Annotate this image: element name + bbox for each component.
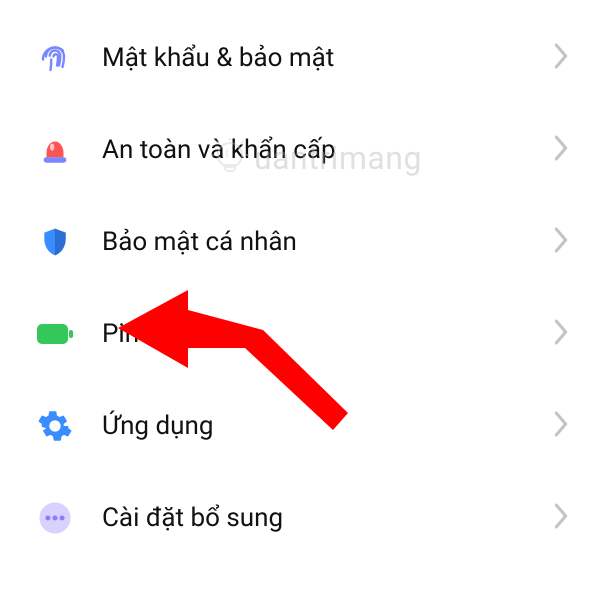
settings-item-additional[interactable]: Cài đặt bổ sung — [0, 472, 600, 564]
settings-item-label: Pin — [102, 319, 552, 349]
settings-item-label: An toàn và khẩn cấp — [102, 135, 552, 165]
settings-item-label: Ứng dụng — [102, 411, 552, 441]
battery-icon — [36, 315, 74, 353]
chevron-right-icon — [552, 134, 570, 166]
more-dots-icon — [36, 499, 74, 537]
settings-item-label: Bảo mật cá nhân — [102, 227, 552, 257]
settings-item-label: Cài đặt bổ sung — [102, 503, 552, 533]
settings-item-safety-emergency[interactable]: An toàn và khẩn cấp — [0, 104, 600, 196]
settings-item-privacy[interactable]: Bảo mật cá nhân — [0, 196, 600, 288]
chevron-right-icon — [552, 226, 570, 258]
chevron-right-icon — [552, 318, 570, 350]
shield-icon — [36, 223, 74, 261]
settings-item-apps[interactable]: Ứng dụng — [0, 380, 600, 472]
settings-item-battery[interactable]: Pin — [0, 288, 600, 380]
emergency-icon — [36, 131, 74, 169]
gear-icon — [36, 407, 74, 445]
chevron-right-icon — [552, 410, 570, 442]
settings-list: Mật khẩu & bảo mật An toàn và khẩn cấp B… — [0, 0, 600, 564]
settings-item-password-security[interactable]: Mật khẩu & bảo mật — [0, 12, 600, 104]
chevron-right-icon — [552, 42, 570, 74]
fingerprint-icon — [36, 39, 74, 77]
chevron-right-icon — [552, 502, 570, 534]
settings-item-label: Mật khẩu & bảo mật — [102, 43, 552, 73]
